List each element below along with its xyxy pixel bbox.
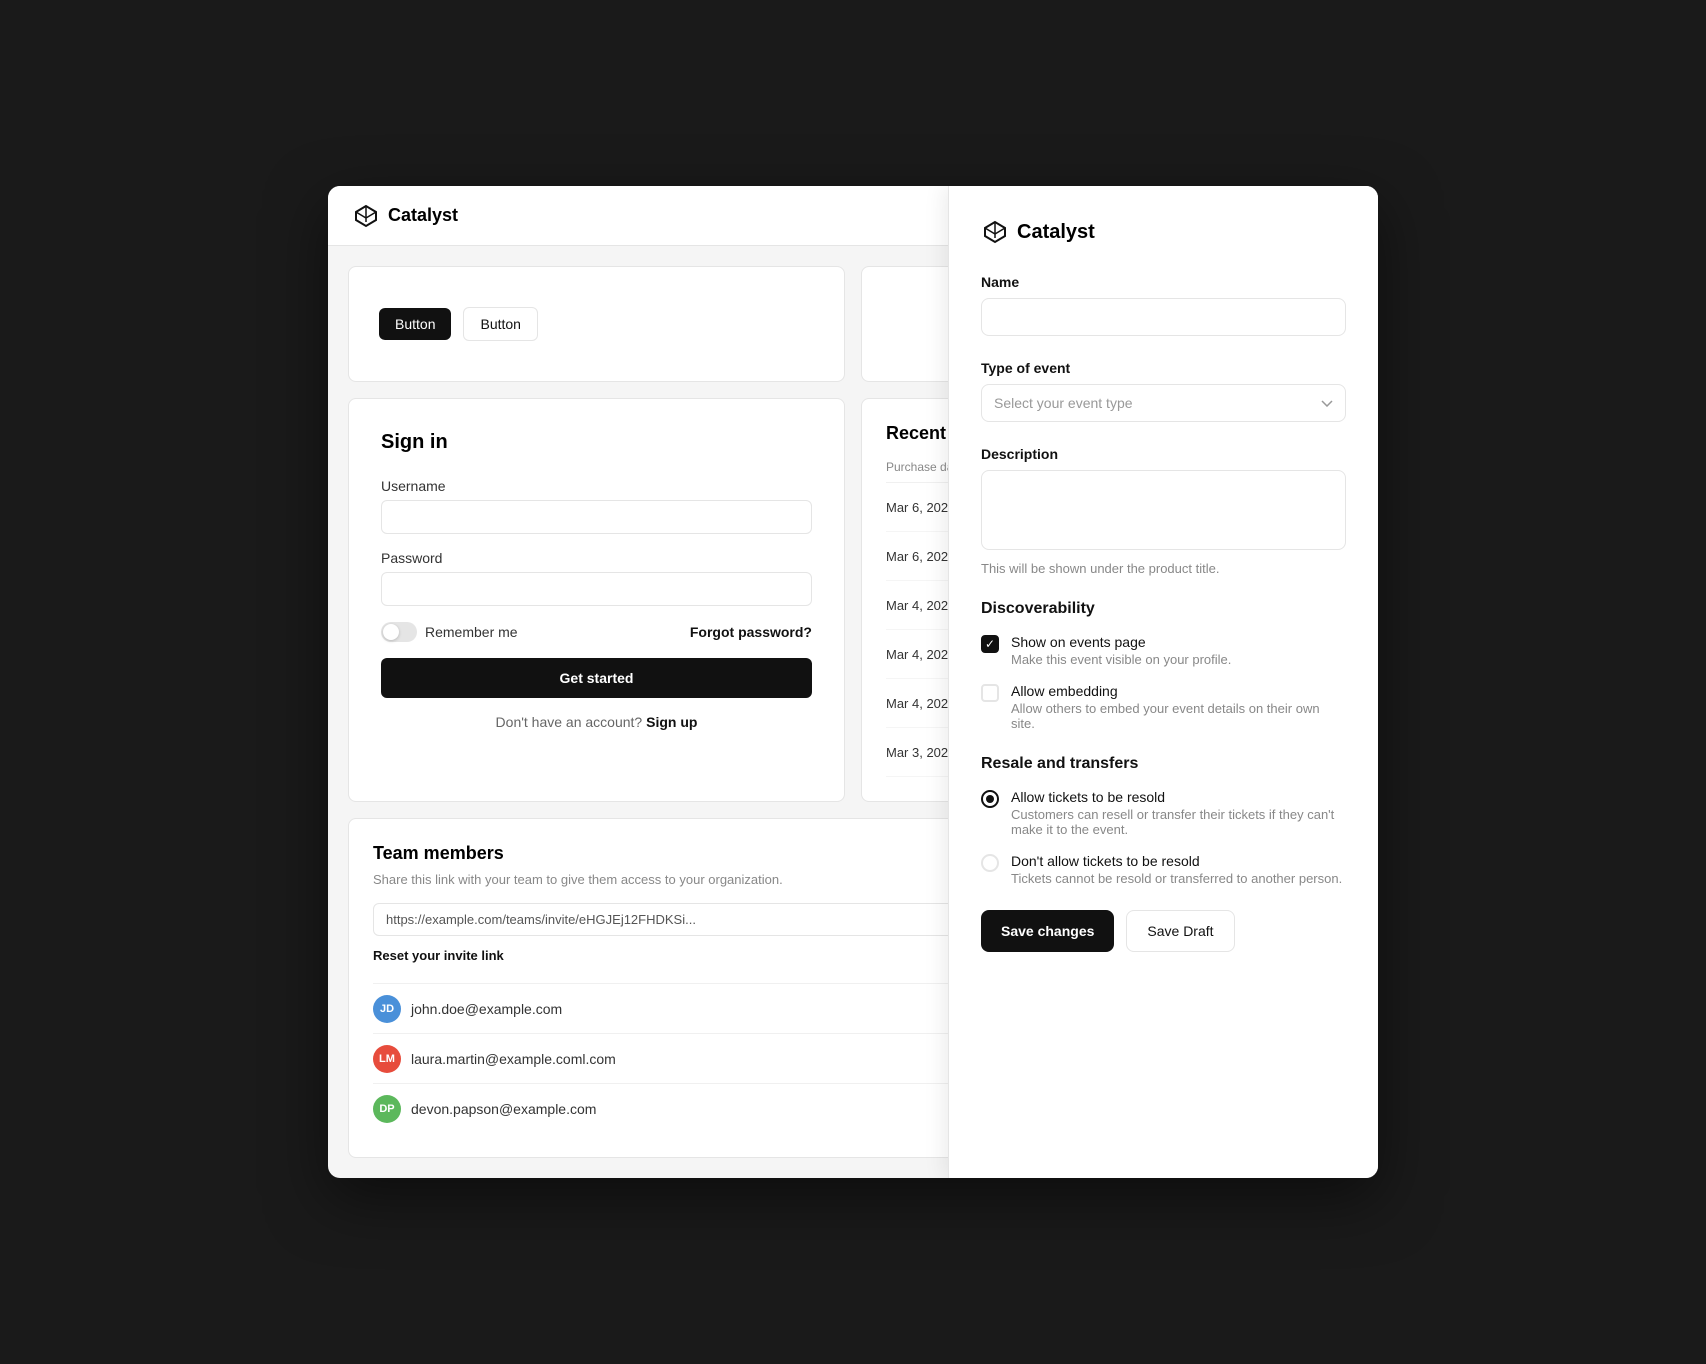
member-email: laura.martin@example.coml.com bbox=[411, 1051, 616, 1067]
panel-description-label: Description bbox=[981, 446, 1346, 462]
panel-event-type-select[interactable]: Select your event type bbox=[981, 384, 1346, 422]
panel-logo-icon bbox=[981, 218, 1009, 246]
signup-link[interactable]: Sign up bbox=[646, 714, 697, 730]
member-left: LM laura.martin@example.coml.com bbox=[373, 1045, 616, 1073]
allow-resale-desc: Customers can resell or transfer their t… bbox=[1011, 807, 1346, 837]
remember-row: Remember me Forgot password? bbox=[381, 622, 812, 642]
buttons-demo-card: Button Button bbox=[348, 266, 845, 382]
allow-embed-checkbox[interactable] bbox=[981, 684, 999, 702]
panel-logo-text: Catalyst bbox=[1017, 221, 1095, 244]
allow-embed-desc: Allow others to embed your event details… bbox=[1011, 701, 1346, 731]
no-resale-text: Don't allow tickets to be resold Tickets… bbox=[1011, 853, 1342, 886]
panel-name-label: Name bbox=[981, 274, 1346, 290]
resale-title: Resale and transfers bbox=[981, 755, 1346, 773]
logo: Catalyst bbox=[352, 202, 458, 230]
password-input[interactable] bbox=[381, 572, 812, 606]
panel-discoverability-section: Discoverability Show on events page Make… bbox=[981, 600, 1346, 731]
username-field-group: Username bbox=[381, 478, 812, 534]
no-account-text: Don't have an account? bbox=[496, 714, 643, 730]
member-email: john.doe@example.com bbox=[411, 1001, 562, 1017]
save-changes-button[interactable]: Save changes bbox=[981, 910, 1114, 952]
allow-resale-row: Allow tickets to be resold Customers can… bbox=[981, 789, 1346, 837]
no-resale-radio[interactable] bbox=[981, 854, 999, 872]
show-events-desc: Make this event visible on your profile. bbox=[1011, 652, 1231, 667]
member-avatar: DP bbox=[373, 1095, 401, 1123]
signin-card: Sign in Username Password Remember me Fo… bbox=[348, 398, 845, 802]
toggle-knob bbox=[383, 624, 399, 640]
panel-name-input[interactable] bbox=[981, 298, 1346, 336]
remember-left: Remember me bbox=[381, 622, 518, 642]
member-avatar: LM bbox=[373, 1045, 401, 1073]
panel-logo: Catalyst bbox=[981, 218, 1346, 246]
member-left: DP devon.papson@example.com bbox=[373, 1095, 596, 1123]
show-events-checkbox[interactable] bbox=[981, 635, 999, 653]
allow-embed-row: Allow embedding Allow others to embed yo… bbox=[981, 683, 1346, 731]
catalyst-logo-icon bbox=[352, 202, 380, 230]
remember-toggle[interactable] bbox=[381, 622, 417, 642]
panel-description-textarea[interactable] bbox=[981, 470, 1346, 550]
forgot-password-link[interactable]: Forgot password? bbox=[690, 624, 812, 640]
demo-button-primary[interactable]: Button bbox=[379, 308, 451, 340]
show-events-label: Show on events page bbox=[1011, 634, 1231, 650]
allow-resale-radio[interactable] bbox=[981, 790, 999, 808]
panel-name-section: Name bbox=[981, 274, 1346, 336]
allow-resale-text: Allow tickets to be resold Customers can… bbox=[1011, 789, 1346, 837]
panel-event-type-section: Type of event Select your event type bbox=[981, 360, 1346, 422]
show-events-text: Show on events page Make this event visi… bbox=[1011, 634, 1231, 667]
signup-text: Don't have an account? Sign up bbox=[381, 714, 812, 730]
allow-embed-text: Allow embedding Allow others to embed yo… bbox=[1011, 683, 1346, 731]
member-email: devon.papson@example.com bbox=[411, 1101, 596, 1117]
save-draft-button[interactable]: Save Draft bbox=[1126, 910, 1234, 952]
no-resale-row: Don't allow tickets to be resold Tickets… bbox=[981, 853, 1346, 886]
password-field-group: Password bbox=[381, 550, 812, 606]
no-resale-label: Don't allow tickets to be resold bbox=[1011, 853, 1342, 869]
password-label: Password bbox=[381, 550, 812, 566]
username-input[interactable] bbox=[381, 500, 812, 534]
panel-footer: Save changes Save Draft bbox=[981, 910, 1346, 952]
demo-button-secondary[interactable]: Button bbox=[463, 307, 537, 341]
allow-embed-label: Allow embedding bbox=[1011, 683, 1346, 699]
panel-event-type-label: Type of event bbox=[981, 360, 1346, 376]
show-events-row: Show on events page Make this event visi… bbox=[981, 634, 1346, 667]
member-avatar: JD bbox=[373, 995, 401, 1023]
member-left: JD john.doe@example.com bbox=[373, 995, 562, 1023]
side-panel: Catalyst Name Type of event Select your … bbox=[948, 186, 1378, 1178]
panel-description-section: Description This will be shown under the… bbox=[981, 446, 1346, 576]
signin-title: Sign in bbox=[381, 431, 812, 454]
remember-label: Remember me bbox=[425, 624, 518, 640]
panel-description-hint: This will be shown under the product tit… bbox=[981, 561, 1346, 576]
discoverability-title: Discoverability bbox=[981, 600, 1346, 618]
username-label: Username bbox=[381, 478, 812, 494]
allow-resale-label: Allow tickets to be resold bbox=[1011, 789, 1346, 805]
no-resale-desc: Tickets cannot be resold or transferred … bbox=[1011, 871, 1342, 886]
app-title: Catalyst bbox=[388, 205, 458, 226]
panel-resale-section: Resale and transfers Allow tickets to be… bbox=[981, 755, 1346, 886]
get-started-button[interactable]: Get started bbox=[381, 658, 812, 698]
